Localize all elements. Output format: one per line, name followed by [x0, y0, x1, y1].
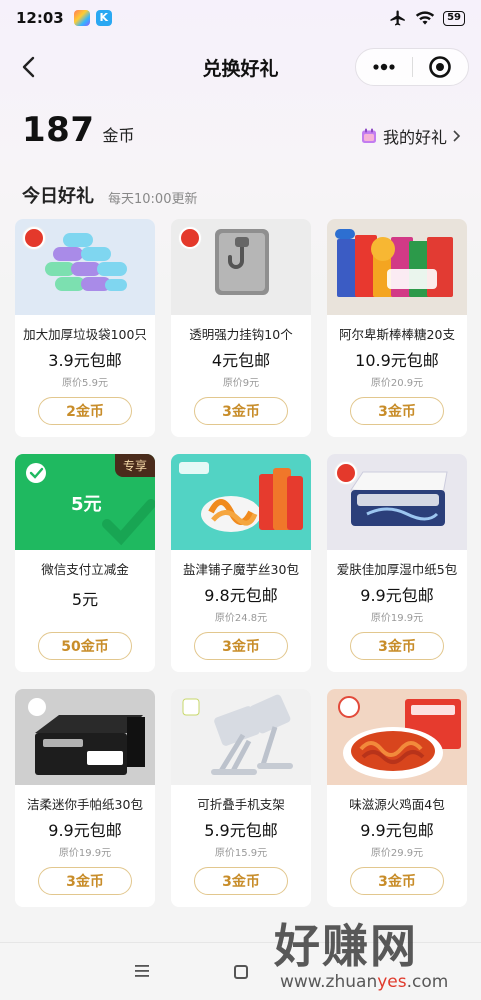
product-image: [327, 219, 467, 315]
gallery-app-icon: [73, 10, 90, 26]
wechat-pay-check-icon: [26, 463, 46, 483]
product-name: 微信支付立减金: [41, 562, 129, 577]
airplane-icon: [390, 10, 405, 26]
redeem-button[interactable]: 3金币: [194, 397, 288, 425]
product-original-price: 原价9元: [222, 378, 260, 389]
product-card[interactable]: 加大加厚垃圾袋100只 3.9元包邮 原价5.9元 2金币: [15, 219, 155, 437]
status-right: 59: [389, 9, 465, 27]
product-card[interactable]: 透明强力挂钩10个 4元包邮 原价9元 3金币: [171, 219, 311, 437]
watermark-logo-text: 好赚网: [274, 919, 418, 973]
target-close-icon: [429, 56, 452, 78]
phone-stand-image: [182, 694, 293, 775]
product-original-price: 原价19.9元: [370, 613, 424, 624]
konjac-snack-image: [179, 462, 303, 532]
product-original-price: 原价5.9元: [62, 378, 108, 389]
redeem-button[interactable]: 3金币: [194, 867, 288, 895]
product-card[interactable]: 味滋源火鸡面4包 9.9元包邮 原价29.9元 3金币: [327, 689, 467, 907]
watermark-url-suffix: .com: [406, 972, 449, 992]
my-gifts-link[interactable]: 我的好礼: [361, 124, 463, 148]
product-card[interactable]: 阿尔卑斯棒棒糖20支 10.9元包邮 原价20.9元 3金币: [327, 219, 467, 437]
product-price: 5.9元包邮: [204, 821, 278, 840]
redeem-button[interactable]: 3金币: [350, 867, 444, 895]
product-price: 9.9元包邮: [48, 821, 122, 840]
section-subtitle: 每天10:00更新: [108, 192, 198, 207]
product-image: [15, 689, 155, 785]
home-button[interactable]: [234, 965, 248, 979]
miniprogram-capsule: [355, 48, 469, 86]
product-card[interactable]: 爱肤佳加厚湿巾纸5包 9.9元包邮 原价19.9元 3金币: [327, 454, 467, 672]
product-image: [327, 689, 467, 785]
product-original-price: 原价20.9元: [370, 378, 424, 389]
product-grid: 加大加厚垃圾袋100只 3.9元包邮 原价5.9元 2金币 透明强力挂钩10个 …: [15, 219, 467, 907]
product-name: 加大加厚垃圾袋100只: [23, 327, 147, 342]
product-name: 味滋源火鸡面4包: [349, 797, 445, 812]
product-name: 洁柔迷你手帕纸30包: [27, 797, 143, 812]
product-image: 5元 专享: [15, 454, 155, 550]
watermark-url: www.zhuanyes.com: [280, 972, 474, 992]
product-original-price: 原价15.9元: [214, 848, 268, 859]
wifi-icon: [415, 11, 435, 25]
section-title: 今日好礼: [22, 186, 94, 207]
redeem-button[interactable]: 3金币: [194, 632, 288, 660]
lollipop-pack-image: [335, 229, 453, 297]
status-bar: 12:03 K 59: [0, 0, 481, 36]
coin-balance: 187 金币: [22, 110, 135, 150]
product-price: 10.9元包邮: [355, 351, 439, 370]
redeem-button[interactable]: 3金币: [350, 397, 444, 425]
watermark-url-prefix: www.zhuan: [280, 972, 378, 992]
shrimp-badge-icon: [23, 227, 45, 249]
redeem-button[interactable]: 3金币: [38, 867, 132, 895]
chevron-right-icon: [453, 130, 461, 142]
voucher-amount: 5元: [71, 494, 102, 515]
exclusive-badge: 专享: [114, 454, 155, 477]
watermark: 好赚网 www.zhuanyes.com: [274, 910, 474, 1000]
product-price: 3.9元包邮: [48, 351, 122, 370]
coin-amount: 187: [22, 110, 95, 150]
noodles-image: [338, 696, 461, 779]
shrimp-badge-icon: [335, 462, 357, 484]
battery-icon: 59: [443, 10, 465, 26]
product-image: [171, 219, 311, 315]
product-name: 透明强力挂钩10个: [189, 327, 293, 342]
my-gifts-label: 我的好礼: [382, 128, 447, 147]
k-app-icon: K: [95, 10, 112, 26]
shrimp-badge-icon: [179, 227, 201, 249]
product-card[interactable]: 5元 专享 微信支付立减金 5元 50金币: [15, 454, 155, 672]
product-price: 9.9元包邮: [360, 821, 434, 840]
product-price: 9.8元包邮: [204, 586, 278, 605]
redeem-button[interactable]: 3金币: [350, 632, 444, 660]
product-name: 盐津铺子魔芋丝30包: [183, 562, 299, 577]
tissue-pack-image: [28, 698, 145, 775]
product-card[interactable]: 洁柔迷你手帕纸30包 9.9元包邮 原价19.9元 3金币: [15, 689, 155, 907]
product-image: [327, 454, 467, 550]
product-original-price: 原价19.9元: [58, 848, 112, 859]
product-name: 可折叠手机支架: [197, 797, 285, 812]
product-image: [15, 219, 155, 315]
product-card[interactable]: 盐津铺子魔芋丝30包 9.8元包邮 原价24.8元 3金币: [171, 454, 311, 672]
product-image: [171, 454, 311, 550]
product-price: 4元包邮: [211, 351, 271, 370]
product-original-price: 原价29.9元: [370, 848, 424, 859]
product-card[interactable]: 可折叠手机支架 5.9元包邮 原价15.9元 3金币: [171, 689, 311, 907]
product-name: 阿尔卑斯棒棒糖20支: [339, 327, 455, 342]
product-price: 5元: [71, 590, 99, 609]
gift-calendar-icon: [361, 128, 376, 143]
product-price: 9.9元包邮: [360, 586, 434, 605]
more-dots-icon: [373, 63, 395, 71]
redeem-button[interactable]: 2金币: [38, 397, 132, 425]
status-time: 12:03: [16, 9, 64, 27]
coin-unit: 金币: [102, 126, 135, 145]
close-miniprogram-button[interactable]: [412, 48, 468, 86]
nav-bar: 兑换好礼: [0, 40, 481, 96]
product-image: [171, 689, 311, 785]
redeem-button[interactable]: 50金币: [38, 632, 132, 660]
product-name: 爱肤佳加厚湿巾纸5包: [336, 562, 458, 577]
menu-icon[interactable]: [134, 963, 150, 979]
watermark-url-highlight: yes: [377, 972, 407, 992]
product-original-price: 原价24.8元: [214, 613, 268, 624]
more-button[interactable]: [356, 48, 412, 86]
